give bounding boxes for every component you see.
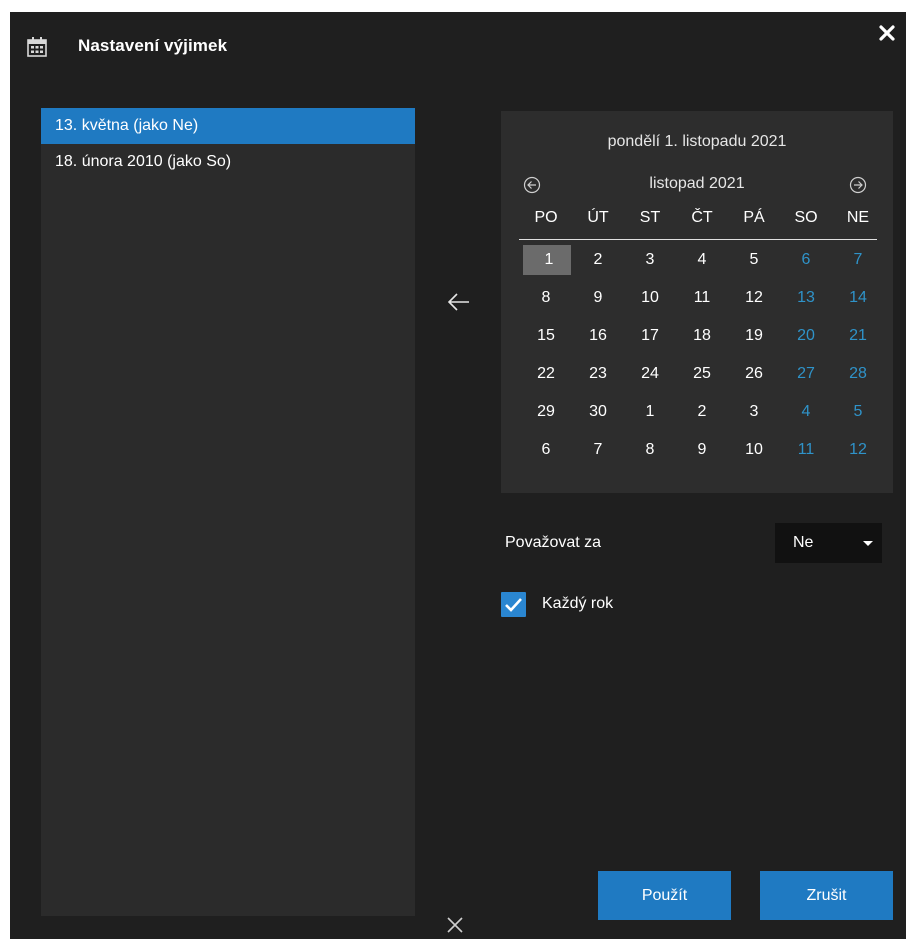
calendar-day[interactable]: 29 (521, 397, 571, 427)
calendar-day[interactable]: 2 (573, 245, 623, 275)
list-item[interactable]: 18. února 2010 (jako So) (41, 144, 415, 180)
calendar-day[interactable]: 20 (781, 321, 831, 351)
close-icon[interactable] (878, 24, 896, 42)
every-year-checkbox[interactable] (501, 592, 526, 617)
calendar-day[interactable]: 14 (833, 283, 883, 313)
weekday-label: SO (794, 209, 818, 226)
header-divider (519, 239, 877, 240)
month-label[interactable]: listopad 2021 (621, 175, 773, 193)
calendar-day[interactable]: 21 (833, 321, 883, 351)
calendar-day[interactable]: 1 (523, 245, 571, 275)
calendar-day[interactable]: 11 (781, 435, 831, 465)
calendar-day[interactable]: 7 (573, 435, 623, 465)
day-grid: 1 2 3 4 5 6 7 8 9 10 11 12 13 14 15 16 17 18 19 20 21 22 23 24 2… (521, 245, 877, 473)
calendar-day[interactable]: 6 (781, 245, 831, 275)
weekday-label: NE (846, 209, 870, 226)
weekday-label: ST (639, 209, 661, 226)
calendar-day[interactable]: 11 (677, 283, 727, 313)
calendar-day[interactable]: 8 (625, 435, 675, 465)
cancel-button[interactable]: Zrušit (760, 871, 893, 920)
calendar-day[interactable]: 28 (833, 359, 883, 389)
calendar-day[interactable]: 8 (521, 283, 571, 313)
remove-icon[interactable] (446, 916, 464, 934)
calendar-icon (27, 37, 47, 57)
dialog-title: Nastavení výjimek (78, 36, 228, 55)
calendar-day[interactable]: 23 (573, 359, 623, 389)
calendar-day[interactable]: 5 (833, 397, 883, 427)
weekday-label: PO (534, 209, 558, 226)
calendar-day[interactable]: 19 (729, 321, 779, 351)
calendar-day[interactable]: 9 (677, 435, 727, 465)
calendar-day[interactable]: 12 (729, 283, 779, 313)
calendar-day[interactable]: 30 (573, 397, 623, 427)
calendar-day[interactable]: 12 (833, 435, 883, 465)
exceptions-dialog: Nastavení výjimek 13. května (jako Ne) 18… (10, 12, 906, 939)
calendar-day[interactable]: 3 (729, 397, 779, 427)
prev-month-icon[interactable] (523, 176, 541, 194)
selected-date-text: pondělí 1. listopadu 2021 (607, 133, 787, 150)
calendar-day[interactable]: 22 (521, 359, 571, 389)
calendar-day[interactable]: 10 (625, 283, 675, 313)
consider-as-value: Ne (793, 534, 814, 551)
chevron-down-icon (863, 541, 873, 546)
calendar-day[interactable]: 26 (729, 359, 779, 389)
calendar-day[interactable]: 2 (677, 397, 727, 427)
calendar-day[interactable]: 4 (677, 245, 727, 275)
calendar-day[interactable]: 9 (573, 283, 623, 313)
every-year-label[interactable]: Každý rok (542, 595, 613, 613)
calendar-day[interactable]: 10 (729, 435, 779, 465)
calendar-day[interactable]: 25 (677, 359, 727, 389)
calendar-day[interactable]: 3 (625, 245, 675, 275)
calendar-day[interactable]: 7 (833, 245, 883, 275)
weekday-label: PÁ (743, 209, 765, 226)
calendar-panel: pondělí 1. listopadu 2021 listopad 2021 … (501, 111, 893, 493)
calendar-day[interactable]: 15 (521, 321, 571, 351)
calendar-day[interactable]: 27 (781, 359, 831, 389)
list-item[interactable]: 13. května (jako Ne) (41, 108, 415, 144)
calendar-day[interactable]: 17 (625, 321, 675, 351)
calendar-day[interactable]: 13 (781, 283, 831, 313)
weekday-label: ČT (691, 209, 713, 226)
calendar-day[interactable]: 16 (573, 321, 623, 351)
next-month-icon[interactable] (849, 176, 867, 194)
consider-as-select[interactable]: Ne (775, 523, 882, 563)
apply-button[interactable]: Použít (598, 871, 731, 920)
calendar-day[interactable]: 1 (625, 397, 675, 427)
checkmark-icon (505, 598, 522, 612)
calendar-day[interactable]: 18 (677, 321, 727, 351)
weekday-header: PO ÚT ST ČT PÁ SO NE (521, 205, 877, 233)
title-bar: Nastavení výjimek (10, 12, 906, 76)
weekday-label: ÚT (587, 209, 609, 226)
calendar-day[interactable]: 5 (729, 245, 779, 275)
calendar-day[interactable]: 4 (781, 397, 831, 427)
consider-as-label: Považovat za (505, 534, 602, 551)
calendar-day[interactable]: 24 (625, 359, 675, 389)
exceptions-list: 13. května (jako Ne) 18. února 2010 (jako… (41, 108, 415, 916)
arrow-left-icon[interactable] (446, 290, 472, 314)
calendar-day[interactable]: 6 (521, 435, 571, 465)
